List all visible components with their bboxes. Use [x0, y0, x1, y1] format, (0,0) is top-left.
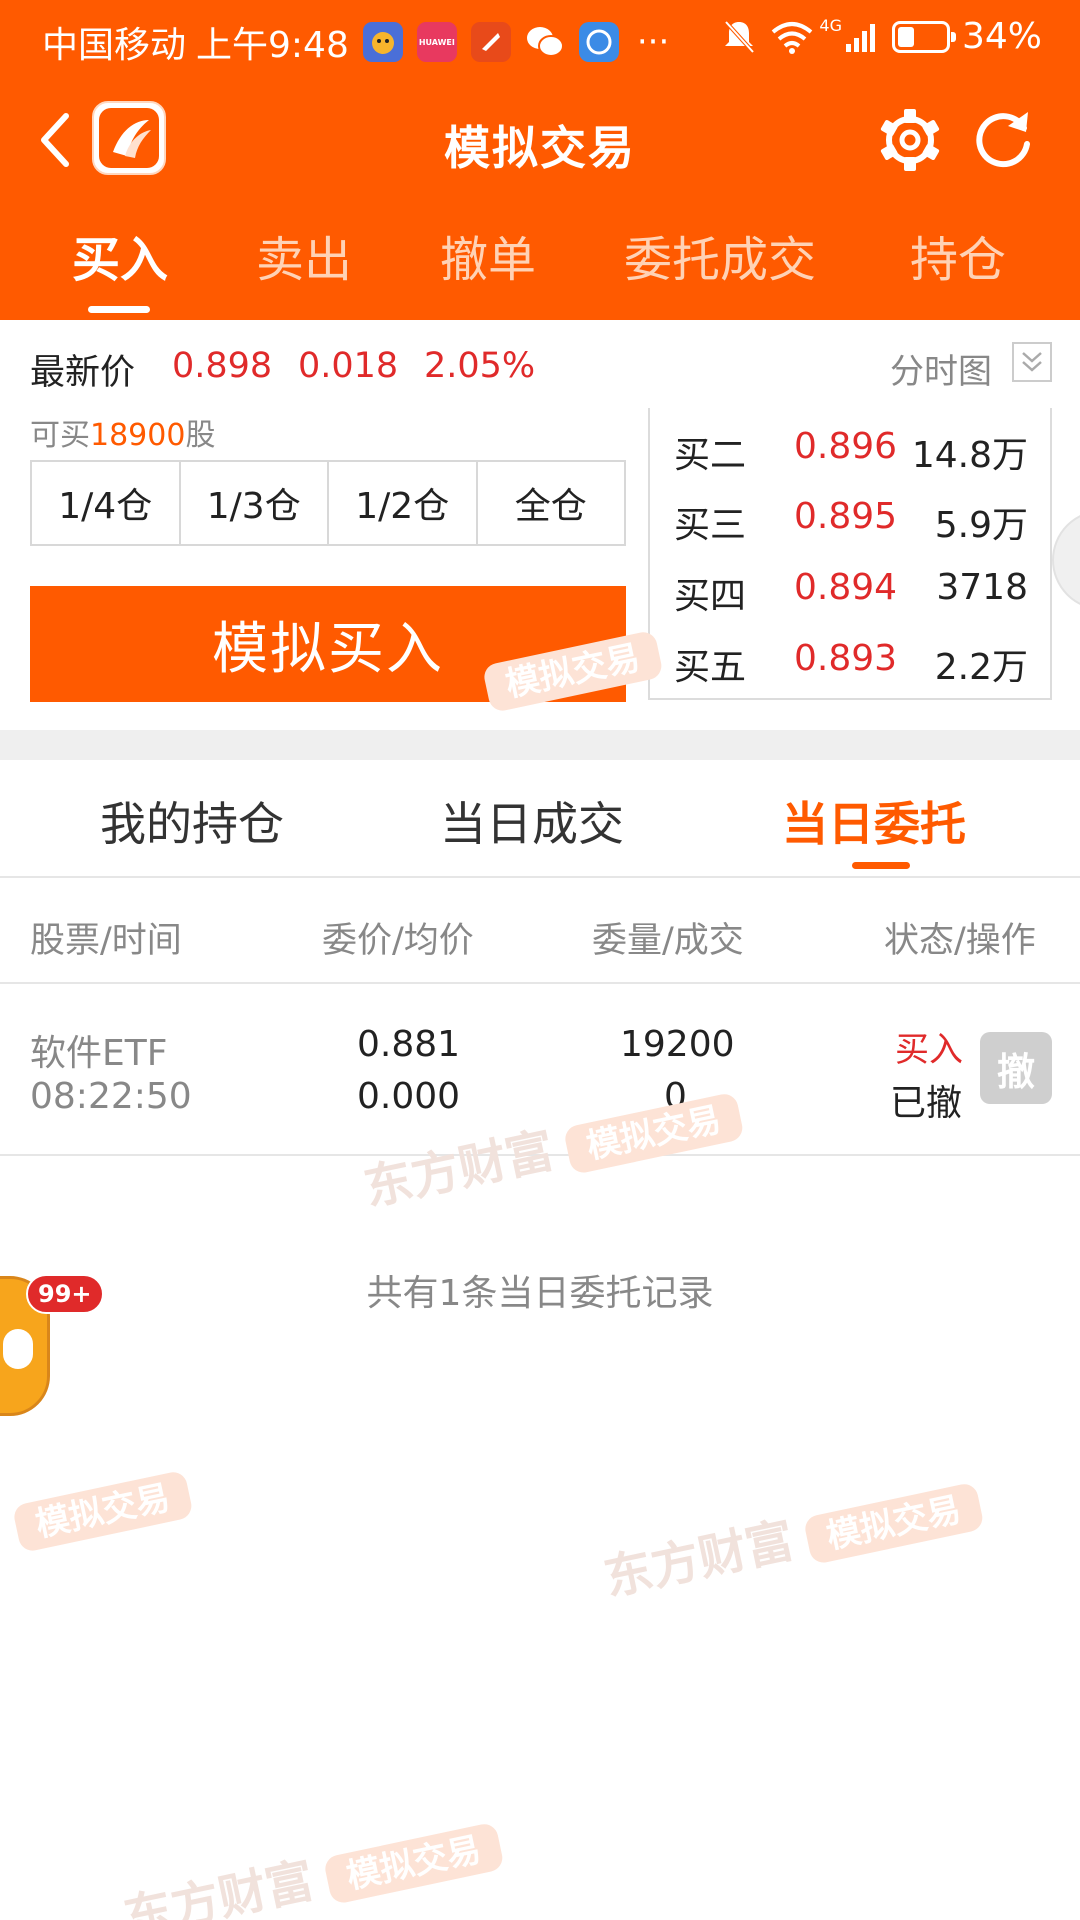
battery-percent: 34% — [961, 16, 1042, 57]
column-header: 状态/操作 — [884, 921, 1036, 961]
bid-volume: 3718 — [936, 567, 1028, 608]
order-status: 已撤 — [890, 1083, 963, 1124]
bid-price[interactable]: 0.894 — [794, 567, 897, 608]
full-position-button[interactable]: 全仓 — [478, 462, 625, 544]
app-header: 中国移动 上午9:48 HUAWEI ··· 4G 34% 模拟交易 买入 卖出… — [0, 0, 1080, 320]
clock: 上午9:48 — [196, 25, 349, 66]
tab-today-trades[interactable]: 当日成交 — [440, 788, 624, 854]
cancel-order-button[interactable]: 撤 — [980, 1032, 1052, 1104]
last-price: 0.898 — [172, 346, 273, 386]
eastmoney-notification-icon — [470, 22, 511, 62]
section-divider — [0, 730, 1080, 760]
game-app-icon — [362, 22, 403, 62]
price-row: 最新价 0.898 0.018 2.05% 分时图 — [0, 320, 1080, 408]
bid-price[interactable]: 0.895 — [794, 496, 897, 537]
order-quantity: 19200 — [620, 1024, 735, 1065]
browser-icon — [578, 22, 619, 62]
bid-volume: 5.9万 — [934, 505, 1028, 546]
bid-level-label: 买五 — [674, 647, 747, 688]
nav-bar: 模拟交易 — [0, 84, 1080, 194]
price-change-percent: 2.05% — [424, 346, 536, 386]
buyable-unit: 股 — [185, 418, 216, 453]
carrier-label: 中国移动 — [42, 25, 187, 66]
bid-price[interactable]: 0.896 — [794, 426, 897, 467]
watermark: 模拟交易 — [0, 1461, 194, 1555]
refresh-icon[interactable] — [970, 106, 1036, 172]
table-row[interactable]: 软件ETF 08:22:50 0.881 0.000 19200 0 买入 已撤… — [0, 986, 1080, 1156]
tab-my-holdings[interactable]: 我的持仓 — [100, 788, 284, 854]
tab-orders-trades[interactable]: 委托成交 — [624, 220, 816, 300]
order-time: 08:22:50 — [30, 1076, 192, 1117]
third-position-button[interactable]: 1/3仓 — [181, 462, 329, 544]
column-header: 委量/成交 — [592, 921, 744, 961]
mute-bell-icon — [724, 20, 755, 53]
column-header: 股票/时间 — [30, 921, 182, 961]
side-panel-handle[interactable] — [1052, 510, 1080, 610]
expand-chart-button[interactable] — [1012, 342, 1052, 382]
order-book: 买二 0.896 14.8万 买三 0.895 5.9万 买四 0.894 37… — [648, 408, 1052, 700]
tab-sell[interactable]: 卖出 — [256, 220, 352, 300]
half-position-button[interactable]: 1/2仓 — [329, 462, 478, 544]
network-type-label: 4G — [819, 16, 842, 35]
more-notifications-icon: ··· — [636, 22, 670, 62]
watermark: 东方财富 模拟交易 — [117, 1801, 505, 1920]
filled-quantity: 0 — [664, 1076, 687, 1117]
record-summary: 共有1条当日委托记录 — [366, 1273, 714, 1314]
watermark-tag: 模拟交易 — [322, 1821, 505, 1906]
battery-icon — [891, 20, 956, 53]
orders-table-header: 股票/时间 委价/均价 委量/成交 状态/操作 — [0, 880, 1080, 984]
buyable-prefix: 可买 — [30, 418, 90, 453]
battery-level — [897, 26, 914, 47]
position-size-buttons: 1/4仓 1/3仓 1/2仓 全仓 — [30, 460, 626, 546]
tab-buy[interactable]: 买入 — [72, 220, 168, 300]
tab-today-orders[interactable]: 当日委托 — [782, 788, 966, 854]
wifi-icon — [772, 21, 813, 54]
bid-volume: 14.8万 — [911, 435, 1028, 476]
order-price: 0.881 — [357, 1024, 461, 1065]
order-book-row: 买二 0.896 14.8万 — [650, 418, 1054, 478]
top-tab-bar: 买入 卖出 撤单 委托成交 持仓 — [0, 220, 1080, 320]
order-book-row: 买四 0.894 3718 — [650, 559, 1054, 619]
average-price: 0.000 — [357, 1076, 461, 1117]
watermark: 东方财富 模拟交易 — [597, 1461, 985, 1609]
last-price-label: 最新价 — [30, 353, 136, 393]
bid-level-label: 买三 — [674, 505, 747, 546]
order-book-row: 买三 0.895 5.9万 — [650, 488, 1054, 548]
bid-price[interactable]: 0.893 — [794, 638, 897, 679]
huawei-label: HUAWEI — [418, 37, 455, 47]
watermark-tag: 模拟交易 — [802, 1481, 985, 1566]
status-bar: 中国移动 上午9:48 HUAWEI ··· 4G 34% — [0, 0, 1080, 76]
record-tab-bar: 我的持仓 当日成交 当日委托 — [0, 760, 1080, 878]
buyable-qty: 18900 — [90, 418, 186, 453]
watermark-tag: 模拟交易 — [11, 1469, 194, 1554]
tab-cancel-order[interactable]: 撤单 — [440, 220, 536, 300]
active-record-tab-indicator — [852, 862, 910, 869]
buyable-quantity: 可买18900股 — [30, 410, 215, 454]
watermark-brand: 东方财富 — [599, 1512, 799, 1607]
bid-level-label: 买二 — [674, 435, 747, 476]
gear-icon[interactable] — [876, 106, 944, 174]
price-change: 0.018 — [298, 346, 399, 386]
bid-level-label: 买四 — [674, 576, 747, 617]
notification-badge: 99+ — [26, 1274, 104, 1314]
mascot-face — [3, 1329, 33, 1369]
quarter-position-button[interactable]: 1/4仓 — [32, 462, 181, 544]
signal-icon — [845, 23, 875, 52]
order-side: 买入 — [895, 1030, 963, 1070]
watermark-brand: 东方财富 — [119, 1852, 319, 1920]
chevron-down-icon — [1022, 352, 1042, 372]
active-tab-indicator — [88, 306, 150, 313]
bid-volume: 2.2万 — [934, 647, 1028, 688]
tab-holdings[interactable]: 持仓 — [910, 220, 1006, 300]
simulated-buy-button[interactable]: 模拟买入 — [30, 586, 626, 702]
wechat-icon — [525, 22, 565, 62]
column-header: 委价/均价 — [322, 921, 474, 961]
huawei-app-icon: HUAWEI — [416, 22, 457, 62]
order-book-row: 买五 0.893 2.2万 — [650, 630, 1054, 690]
intraday-chart-toggle[interactable]: 分时图 — [890, 344, 992, 393]
stock-name: 软件ETF — [30, 1033, 168, 1074]
